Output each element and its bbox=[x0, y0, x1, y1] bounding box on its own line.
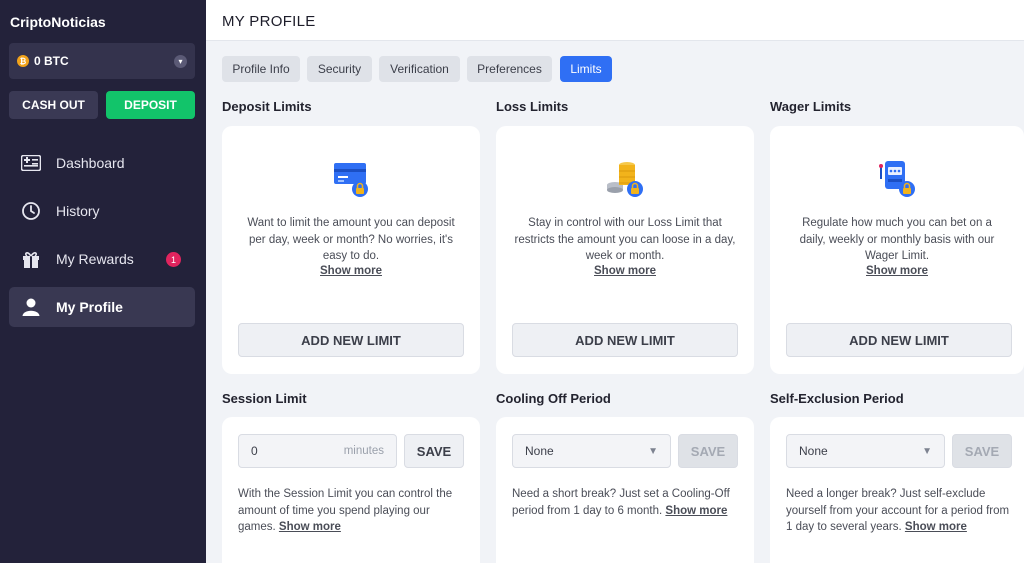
page-header: MY PROFILE bbox=[206, 0, 1024, 41]
session-limit-show-more-link[interactable]: Show more bbox=[279, 521, 341, 533]
sidebar-item-dashboard[interactable]: Dashboard bbox=[9, 143, 195, 183]
brand-name[interactable]: CriptoNoticias bbox=[10, 14, 106, 30]
cooling-off-card: None ▼ SAVE Need a short break? Just set… bbox=[496, 417, 754, 563]
dashboard-icon bbox=[21, 153, 41, 173]
sidebar: CriptoNoticias ₿ 0 BTC ▾ CASH OUT DEPOSI… bbox=[0, 0, 206, 563]
wager-limits-show-more-link[interactable]: Show more bbox=[770, 265, 1024, 277]
loss-limits-title: Loss Limits bbox=[496, 99, 569, 114]
chevron-down-icon: ▼ bbox=[922, 445, 932, 457]
deposit-limits-description: Want to limit the amount you can deposit… bbox=[247, 217, 455, 262]
wallet-selector[interactable]: ₿ 0 BTC ▾ bbox=[9, 43, 195, 79]
slot-machine-lock-icon bbox=[877, 159, 917, 199]
session-minutes-input[interactable]: 0 minutes bbox=[238, 434, 397, 468]
self-exclusion-description: Need a longer break? Just self-exclude y… bbox=[786, 488, 1010, 533]
add-loss-limit-button[interactable]: ADD NEW LIMIT bbox=[512, 323, 738, 357]
session-limit-card: 0 minutes SAVE With the Session Limit yo… bbox=[222, 417, 480, 563]
sidebar-item-label: Dashboard bbox=[56, 155, 125, 171]
tab-limits[interactable]: Limits bbox=[560, 56, 612, 82]
session-save-button[interactable]: SAVE bbox=[404, 434, 464, 468]
credit-card-lock-icon bbox=[331, 159, 371, 199]
wager-limits-card: Regulate how much you can bet on a daily… bbox=[770, 126, 1024, 374]
tab-security[interactable]: Security bbox=[307, 56, 372, 82]
cooling-off-selected-value: None bbox=[525, 444, 554, 458]
self-exclusion-selected-value: None bbox=[799, 444, 828, 458]
minutes-suffix: minutes bbox=[343, 445, 384, 457]
tab-preferences[interactable]: Preferences bbox=[467, 56, 552, 82]
bitcoin-icon: ₿ bbox=[17, 55, 29, 67]
sidebar-item-my-profile[interactable]: My Profile bbox=[9, 287, 195, 327]
self-exclusion-period-title: Self-Exclusion Period bbox=[770, 391, 904, 406]
deposit-limits-card: Want to limit the amount you can deposit… bbox=[222, 126, 480, 374]
gift-icon bbox=[21, 249, 41, 269]
cooling-off-description: Need a short break? Just set a Cooling-O… bbox=[512, 488, 730, 517]
wallet-balance: 0 BTC bbox=[34, 54, 69, 68]
wager-limits-title: Wager Limits bbox=[770, 99, 852, 114]
deposit-limits-show-more-link[interactable]: Show more bbox=[222, 265, 480, 277]
chevron-down-icon[interactable]: ▾ bbox=[174, 54, 187, 68]
user-icon bbox=[21, 297, 41, 317]
session-minutes-value: 0 bbox=[251, 444, 258, 458]
deposit-limits-title: Deposit Limits bbox=[222, 99, 312, 114]
loss-limits-card: Stay in control with our Loss Limit that… bbox=[496, 126, 754, 374]
add-deposit-limit-button[interactable]: ADD NEW LIMIT bbox=[238, 323, 464, 357]
self-exclusion-card: None ▼ SAVE Need a longer break? Just se… bbox=[770, 417, 1024, 563]
self-exclusion-show-more-link[interactable]: Show more bbox=[905, 521, 967, 533]
cash-out-button[interactable]: CASH OUT bbox=[9, 91, 98, 119]
tab-verification[interactable]: Verification bbox=[379, 56, 460, 82]
chevron-down-icon: ▼ bbox=[648, 445, 658, 457]
coins-lock-icon bbox=[605, 159, 645, 199]
sidebar-item-history[interactable]: History bbox=[9, 191, 195, 231]
cooling-off-show-more-link[interactable]: Show more bbox=[665, 505, 727, 517]
self-exclusion-save-button[interactable]: SAVE bbox=[952, 434, 1012, 468]
wager-limits-description: Regulate how much you can bet on a daily… bbox=[799, 217, 995, 262]
deposit-button[interactable]: DEPOSIT bbox=[106, 91, 195, 119]
cooling-off-save-button[interactable]: SAVE bbox=[678, 434, 738, 468]
rewards-count-badge: 1 bbox=[166, 252, 181, 267]
loss-limits-description: Stay in control with our Loss Limit that… bbox=[514, 217, 736, 262]
add-wager-limit-button[interactable]: ADD NEW LIMIT bbox=[786, 323, 1012, 357]
cooling-off-period-title: Cooling Off Period bbox=[496, 391, 611, 406]
loss-limits-show-more-link[interactable]: Show more bbox=[496, 265, 754, 277]
session-limit-title: Session Limit bbox=[222, 391, 307, 406]
session-limit-description: With the Session Limit you can control t… bbox=[238, 488, 453, 533]
self-exclusion-select[interactable]: None ▼ bbox=[786, 434, 945, 468]
sidebar-item-label: History bbox=[56, 203, 100, 219]
sidebar-item-label: My Profile bbox=[56, 299, 123, 315]
tab-profile-info[interactable]: Profile Info bbox=[222, 56, 300, 82]
sidebar-item-my-rewards[interactable]: My Rewards 1 bbox=[9, 239, 195, 279]
history-icon bbox=[21, 201, 41, 221]
cooling-off-select[interactable]: None ▼ bbox=[512, 434, 671, 468]
sidebar-item-label: My Rewards bbox=[56, 251, 134, 267]
page-title: MY PROFILE bbox=[222, 13, 316, 30]
